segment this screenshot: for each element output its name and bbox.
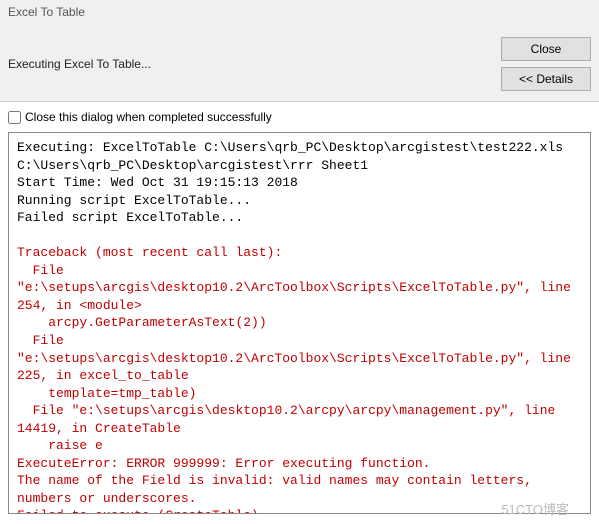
log-line: arcpy.GetParameterAsText(2)) (17, 314, 582, 332)
log-line: File "e:\setups\arcgis\desktop10.2\ArcTo… (17, 262, 582, 315)
log-content: Executing: ExcelToTable C:\Users\qrb_PC\… (9, 133, 590, 514)
close-button[interactable]: Close (501, 37, 591, 61)
log-line: raise e (17, 437, 582, 455)
log-line: Start Time: Wed Oct 31 19:15:13 2018 (17, 174, 582, 192)
log-line: Executing: ExcelToTable C:\Users\qrb_PC\… (17, 139, 582, 174)
button-column: Close << Details (501, 37, 591, 91)
log-line: template=tmp_table) (17, 385, 582, 403)
log-line: Traceback (most recent call last): (17, 244, 582, 262)
window-title: Excel To Table (8, 5, 591, 19)
log-line: File "e:\setups\arcgis\desktop10.2\ArcTo… (17, 332, 582, 385)
log-line: Running script ExcelToTable... (17, 192, 582, 210)
log-line (17, 227, 582, 245)
log-line: Failed script ExcelToTable... (17, 209, 582, 227)
status-text: Executing Excel To Table... (8, 57, 151, 71)
log-line: Failed to execute (CreateTable). (17, 507, 582, 514)
dialog-header: Excel To Table Executing Excel To Table.… (0, 0, 599, 102)
log-line: The name of the Field is invalid: valid … (17, 472, 582, 507)
close-on-complete-label: Close this dialog when completed success… (25, 110, 272, 124)
close-on-complete-row: Close this dialog when completed success… (0, 102, 599, 130)
details-button[interactable]: << Details (501, 67, 591, 91)
log-line: ExecuteError: ERROR 999999: Error execut… (17, 455, 582, 473)
log-scroll-container[interactable]: Executing: ExcelToTable C:\Users\qrb_PC\… (8, 132, 591, 514)
close-on-complete-checkbox[interactable] (8, 111, 21, 124)
log-line: File "e:\setups\arcgis\desktop10.2\arcpy… (17, 402, 582, 437)
status-row: Executing Excel To Table... Close << Det… (8, 37, 591, 91)
